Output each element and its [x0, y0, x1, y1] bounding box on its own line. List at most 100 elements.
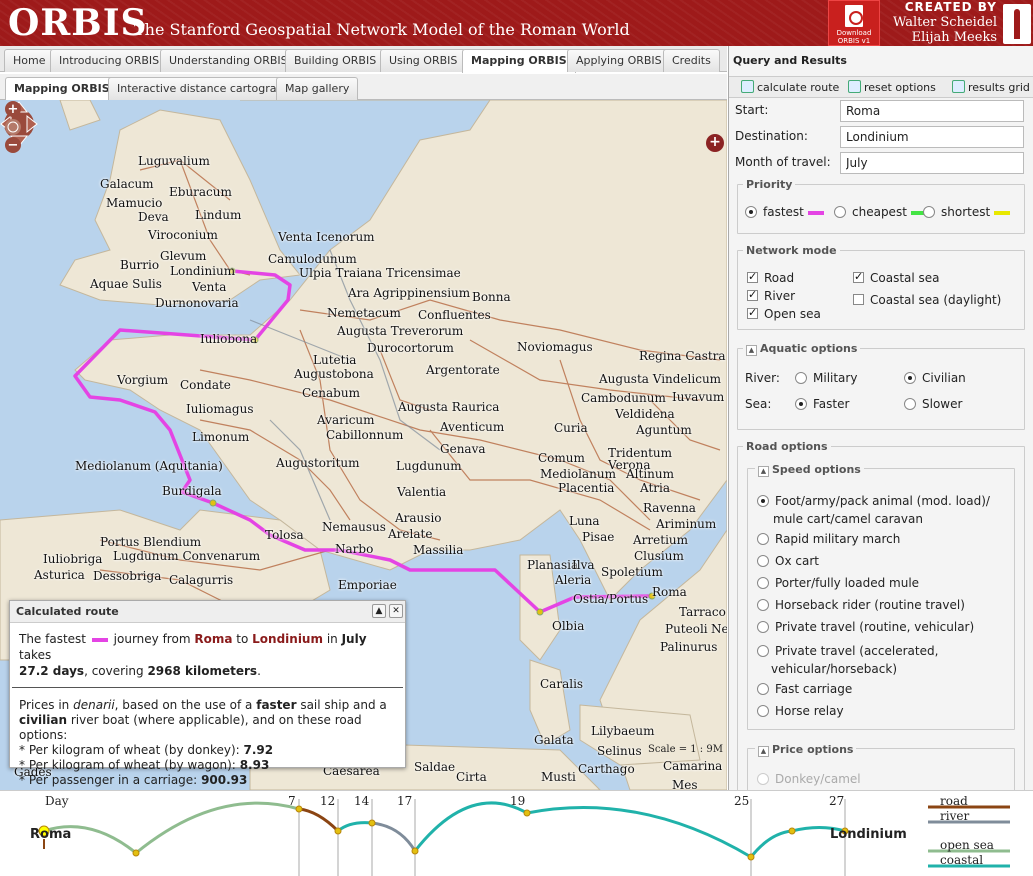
place-label: Augusta Treverorum	[337, 324, 464, 338]
priority-fastest[interactable]: fastest	[745, 205, 824, 219]
radio[interactable]	[757, 705, 769, 717]
radio[interactable]	[757, 683, 769, 695]
place-label: Iuliobriga	[43, 552, 103, 566]
place-label: Cenabum	[302, 386, 360, 400]
speed-horse-relay[interactable]: Horse relay	[757, 704, 844, 718]
checkbox[interactable]	[853, 294, 864, 305]
place-label: Palinurus	[660, 640, 718, 654]
radio[interactable]	[757, 577, 769, 589]
radio[interactable]	[904, 372, 916, 384]
tab-credits[interactable]: Credits	[663, 49, 720, 72]
calculate-route-button[interactable]: calculate route	[741, 80, 839, 94]
collapse-icon[interactable]: ▲	[758, 466, 769, 477]
priority-shortest[interactable]: shortest	[923, 205, 1011, 219]
speed-fast-carriage[interactable]: Fast carriage	[757, 682, 852, 696]
checkbox[interactable]	[747, 288, 758, 301]
start-input[interactable]	[840, 100, 1024, 122]
orbis-logo[interactable]: ORBIS	[8, 2, 148, 44]
price-summary: Prices in denarii, based on the use of a…	[10, 688, 405, 790]
speed-porter[interactable]: Porter/fully loaded mule	[757, 576, 919, 590]
zoom-control[interactable]: + −	[0, 100, 26, 156]
timeline-end: Londinium	[830, 827, 907, 842]
label: Donkey/camel	[775, 772, 861, 786]
place-label: Aleria	[555, 573, 592, 587]
collapse-popup-button[interactable]: ▲	[372, 604, 386, 618]
mode-coastal-daylight[interactable]: Coastal sea (daylight)	[853, 293, 1001, 307]
radio[interactable]	[757, 555, 769, 567]
radio[interactable]	[923, 206, 935, 218]
close-popup-button[interactable]: ✕	[389, 604, 403, 618]
radio[interactable]	[834, 206, 846, 218]
speed-rapid[interactable]: Rapid military march	[757, 532, 900, 546]
label: Coastal sea	[870, 271, 940, 285]
radio[interactable]	[757, 495, 769, 507]
route-timeline: Day 7 12 14 17 19 25 27 Roma Londinium r…	[0, 790, 1033, 876]
subtab-cartogram[interactable]: Interactive distance cartogram	[108, 77, 297, 100]
radio[interactable]	[757, 533, 769, 545]
tab-applying[interactable]: Applying ORBIS	[567, 49, 671, 72]
tab-using[interactable]: Using ORBIS	[380, 49, 467, 72]
river-civilian[interactable]: Civilian	[904, 371, 966, 385]
radio[interactable]	[795, 372, 807, 384]
checkbox[interactable]	[747, 306, 758, 319]
tab-building[interactable]: Building ORBIS	[285, 49, 386, 72]
collapse-icon[interactable]: ▲	[758, 746, 769, 757]
mode-open-sea[interactable]: Open sea	[747, 306, 821, 321]
layer-switcher-icon[interactable]: +	[706, 134, 724, 152]
checkbox[interactable]	[747, 270, 758, 283]
mode-river[interactable]: River	[747, 288, 795, 303]
mode-coastal[interactable]: Coastal sea	[853, 270, 940, 285]
place-label: Cabillonnum	[326, 428, 404, 442]
speed-foot[interactable]: Foot/army/pack animal (mod. load)/ mule c…	[757, 492, 990, 528]
map-canvas[interactable]: Luguvalium Galacum Eburacum Mamucio Deva…	[0, 100, 727, 790]
place-label: Londinium	[170, 264, 236, 278]
sea-slower[interactable]: Slower	[904, 397, 962, 411]
place-label: Venta	[192, 280, 227, 294]
aquatic-legend[interactable]: ▲ Aquatic options	[743, 342, 861, 356]
tab-understanding[interactable]: Understanding ORBIS	[160, 49, 297, 72]
speed-private[interactable]: Private travel (routine, vehicular)	[757, 620, 974, 634]
place-label: Iuliobona	[200, 332, 258, 346]
mode-road[interactable]: Road	[747, 270, 794, 285]
tab-introducing[interactable]: Introducing ORBIS	[50, 49, 169, 72]
radio[interactable]	[757, 599, 769, 611]
label: Coastal sea (daylight)	[870, 293, 1002, 307]
radio[interactable]	[904, 398, 916, 410]
radio[interactable]	[757, 773, 769, 785]
subtab-mapping[interactable]: Mapping ORBIS	[5, 77, 119, 101]
place-label: Vorgium	[117, 373, 169, 387]
checkbox[interactable]	[853, 270, 864, 283]
place-label: Aguntum	[636, 423, 692, 437]
place-label: Musti	[541, 770, 576, 784]
place-label: Cambodunum	[581, 391, 666, 405]
place-label: Carthago	[578, 762, 635, 776]
river-military[interactable]: Military	[795, 371, 857, 385]
radio[interactable]	[795, 398, 807, 410]
radio[interactable]	[757, 645, 769, 657]
price-donkey[interactable]: Donkey/camel	[757, 772, 861, 786]
reset-options-button[interactable]: reset options	[848, 80, 936, 94]
stanford-tree-icon[interactable]	[1003, 4, 1031, 44]
label: Rapid military march	[775, 532, 901, 546]
sea-faster[interactable]: Faster	[795, 397, 849, 411]
price-label: * Per kilogram of wheat (by wagon):	[19, 758, 236, 772]
speed-private-accel[interactable]: Private travel (accelerated, vehicular/ho…	[757, 642, 938, 678]
destination-input[interactable]	[840, 126, 1024, 148]
place-label: Camarina	[663, 759, 723, 773]
speed-horseback[interactable]: Horseback rider (routine travel)	[757, 598, 965, 612]
tab-mapping[interactable]: Mapping ORBIS	[462, 49, 576, 73]
speed-ox[interactable]: Ox cart	[757, 554, 819, 568]
results-grid-button[interactable]: results grid	[952, 80, 1030, 94]
radio[interactable]	[745, 206, 757, 218]
tab-home[interactable]: Home	[4, 49, 55, 72]
month-input[interactable]	[840, 152, 1024, 174]
place-label: Galata	[534, 733, 574, 747]
collapse-icon[interactable]: ▲	[746, 345, 757, 356]
legend-road: road	[940, 794, 968, 808]
priority-cheapest[interactable]: cheapest	[834, 205, 927, 219]
price-legend[interactable]: ▲ Price options	[755, 743, 857, 757]
subtab-gallery[interactable]: Map gallery	[276, 77, 359, 100]
download-button[interactable]: Download ORBIS v1	[828, 0, 880, 46]
speed-legend[interactable]: ▲ Speed options	[755, 463, 864, 477]
radio[interactable]	[757, 621, 769, 633]
